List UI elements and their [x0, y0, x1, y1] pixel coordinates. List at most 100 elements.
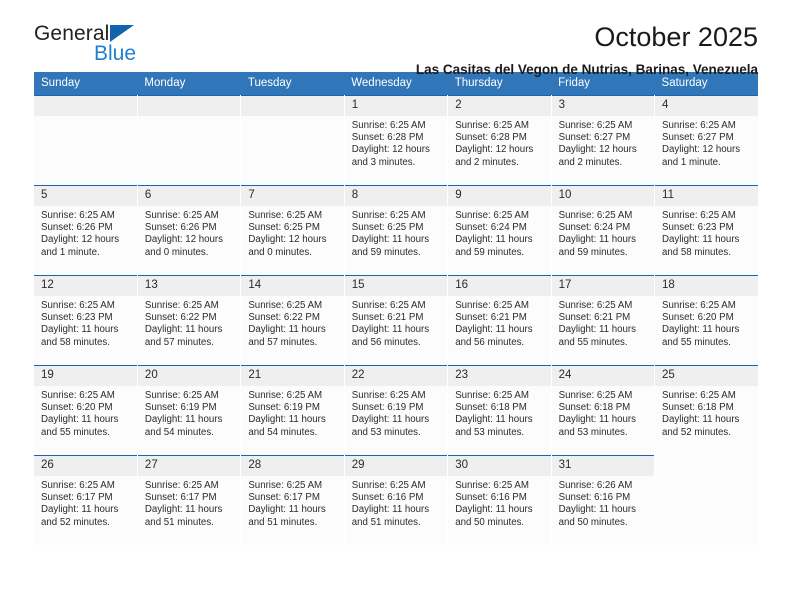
daylight-text: Daylight: 11 hours and 58 minutes. — [41, 324, 119, 348]
calendar-cell-inner: 22 Sunrise: 6:25 AM Sunset: 6:19 PM Dayligh… — [344, 365, 448, 455]
calendar-cell-inner: 24 Sunrise: 6:25 AM Sunset: 6:18 PM Dayligh… — [551, 365, 655, 455]
day-number: 22 — [344, 366, 448, 386]
calendar-table: Sunday Monday Tuesday Wednesday Thursday… — [34, 72, 758, 545]
sunrise-text: Sunrise: 6:25 AM — [351, 210, 426, 221]
daylight-text: Daylight: 11 hours and 52 minutes. — [662, 414, 740, 438]
calendar-cell-inner: 23 Sunrise: 6:25 AM Sunset: 6:18 PM Dayligh… — [448, 365, 551, 455]
page-title: October 2025 — [594, 22, 758, 52]
calendar-day-cell[interactable]: 15 Sunrise: 6:25 AM Sunset: 6:21 PM Dayligh… — [344, 275, 449, 365]
calendar-cell-inner: 26 Sunrise: 6:25 AM Sunset: 6:17 PM Dayligh… — [34, 455, 137, 545]
calendar-cell-inner: 19 Sunrise: 6:25 AM Sunset: 6:20 PM Dayligh… — [34, 365, 137, 455]
calendar-day-cell[interactable]: 1 Sunrise: 6:25 AM Sunset: 6:28 PM Daylight… — [344, 95, 449, 185]
daylight-text: Daylight: 11 hours and 57 minutes. — [248, 324, 326, 348]
calendar-day-cell[interactable]: 25 Sunrise: 6:25 AM Sunset: 6:18 PM Dayligh… — [654, 365, 758, 455]
calendar-day-cell[interactable]: 29 Sunrise: 6:25 AM Sunset: 6:16 PM Dayligh… — [344, 455, 449, 545]
calendar-day-cell[interactable]: 17 Sunrise: 6:25 AM Sunset: 6:21 PM Dayligh… — [551, 275, 656, 365]
day-sun-info: Sunrise: 6:25 AM Sunset: 6:18 PM Daylight:… — [655, 386, 758, 439]
calendar-cell-inner: 14 Sunrise: 6:25 AM Sunset: 6:22 PM Dayligh… — [241, 275, 344, 365]
calendar-day-cell[interactable]: 31 Sunrise: 6:26 AM Sunset: 6:16 PM Dayligh… — [551, 455, 656, 545]
day-number: 2 — [448, 96, 551, 116]
sunrise-text: Sunrise: 6:25 AM — [558, 120, 633, 131]
day-sun-info: Sunrise: 6:25 AM Sunset: 6:18 PM Daylight:… — [552, 386, 654, 439]
calendar-day-cell[interactable]: 26 Sunrise: 6:25 AM Sunset: 6:17 PM Dayligh… — [34, 455, 138, 545]
daylight-text: Daylight: 11 hours and 56 minutes. — [455, 324, 533, 348]
day-sun-info: Sunrise: 6:25 AM Sunset: 6:21 PM Daylight:… — [448, 296, 550, 349]
sunset-text: Sunset: 6:28 PM — [455, 132, 527, 144]
sunset-text: Sunset: 6:17 PM — [144, 492, 217, 504]
calendar-day-cell[interactable]: 12 Sunrise: 6:25 AM Sunset: 6:23 PM Dayligh… — [34, 275, 138, 365]
calendar-day-cell[interactable]: 11 Sunrise: 6:25 AM Sunset: 6:23 PM Dayligh… — [654, 185, 758, 275]
calendar-day-cell[interactable]: 21 Sunrise: 6:25 AM Sunset: 6:19 PM Dayligh… — [240, 365, 345, 455]
sunrise-text: Sunrise: 6:25 AM — [455, 300, 529, 311]
calendar-day-cell[interactable]: 14 Sunrise: 6:25 AM Sunset: 6:22 PM Dayligh… — [240, 275, 345, 365]
day-number: 23 — [448, 366, 551, 386]
day-number: 7 — [241, 186, 344, 206]
day-sun-info: Sunrise: 6:25 AM Sunset: 6:24 PM Daylight:… — [552, 206, 654, 259]
daylight-text: Daylight: 12 hours and 0 minutes. — [248, 234, 327, 258]
day-sun-info: Sunrise: 6:25 AM Sunset: 6:28 PM Daylight:… — [345, 116, 447, 169]
calendar-cell-inner: 15 Sunrise: 6:25 AM Sunset: 6:21 PM Dayligh… — [344, 275, 448, 365]
calendar-cell-inner: 10 Sunrise: 6:25 AM Sunset: 6:24 PM Dayligh… — [551, 185, 655, 275]
calendar-day-cell[interactable]: 6 Sunrise: 6:25 AM Sunset: 6:26 PM Daylight… — [137, 185, 242, 275]
calendar-day-cell[interactable]: 8 Sunrise: 6:25 AM Sunset: 6:25 PM Daylight… — [344, 185, 449, 275]
day-sun-info: Sunrise: 6:25 AM Sunset: 6:20 PM Daylight:… — [34, 386, 137, 439]
calendar-cell-empty — [137, 95, 242, 185]
day-number: 31 — [551, 456, 655, 476]
sunset-text: Sunset: 6:16 PM — [351, 492, 424, 504]
calendar-day-cell[interactable]: 3 Sunrise: 6:25 AM Sunset: 6:27 PM Daylight… — [551, 95, 656, 185]
sunset-text: Sunset: 6:27 PM — [558, 132, 631, 144]
day-number: 27 — [137, 456, 241, 476]
day-number: 6 — [137, 186, 241, 206]
calendar-cell-empty — [654, 455, 758, 545]
day-number: 24 — [551, 366, 655, 386]
daylight-text: Daylight: 12 hours and 0 minutes. — [144, 234, 224, 258]
day-sun-info: Sunrise: 6:25 AM Sunset: 6:16 PM Daylight:… — [345, 476, 447, 529]
sunset-text: Sunset: 6:23 PM — [662, 222, 734, 234]
calendar-day-cell[interactable]: 2 Sunrise: 6:25 AM Sunset: 6:28 PM Daylight… — [447, 95, 552, 185]
day-sun-info: Sunrise: 6:25 AM Sunset: 6:26 PM Daylight:… — [138, 206, 240, 259]
calendar-day-cell[interactable]: 10 Sunrise: 6:25 AM Sunset: 6:24 PM Dayligh… — [551, 185, 656, 275]
sunset-text: Sunset: 6:19 PM — [351, 402, 424, 414]
sunset-text: Sunset: 6:17 PM — [248, 492, 320, 504]
calendar-day-cell[interactable]: 27 Sunrise: 6:25 AM Sunset: 6:17 PM Dayligh… — [137, 455, 242, 545]
calendar-week-row: 5 Sunrise: 6:25 AM Sunset: 6:26 PM Daylight… — [34, 185, 758, 275]
sunrise-text: Sunrise: 6:25 AM — [558, 210, 633, 221]
sunrise-text: Sunrise: 6:26 AM — [558, 480, 633, 491]
calendar-day-cell[interactable]: 9 Sunrise: 6:25 AM Sunset: 6:24 PM Daylight… — [447, 185, 552, 275]
calendar-day-cell[interactable]: 23 Sunrise: 6:25 AM Sunset: 6:18 PM Dayligh… — [447, 365, 552, 455]
calendar-body: 1 Sunrise: 6:25 AM Sunset: 6:28 PM Daylight… — [34, 95, 758, 545]
daylight-text: Daylight: 11 hours and 55 minutes. — [41, 414, 119, 438]
day-number: 4 — [655, 96, 758, 116]
calendar-day-cell[interactable]: 5 Sunrise: 6:25 AM Sunset: 6:26 PM Daylight… — [34, 185, 138, 275]
calendar-day-cell[interactable]: 20 Sunrise: 6:25 AM Sunset: 6:19 PM Dayligh… — [137, 365, 242, 455]
sunset-text: Sunset: 6:26 PM — [144, 222, 217, 234]
calendar-day-cell[interactable]: 7 Sunrise: 6:25 AM Sunset: 6:25 PM Daylight… — [240, 185, 345, 275]
sunrise-text: Sunrise: 6:25 AM — [248, 210, 323, 221]
sunset-text: Sunset: 6:24 PM — [455, 222, 527, 234]
calendar-day-cell[interactable]: 16 Sunrise: 6:25 AM Sunset: 6:21 PM Dayligh… — [447, 275, 552, 365]
calendar-week-row: 1 Sunrise: 6:25 AM Sunset: 6:28 PM Daylight… — [34, 95, 758, 185]
calendar-day-cell[interactable]: 13 Sunrise: 6:25 AM Sunset: 6:22 PM Dayligh… — [137, 275, 242, 365]
general-blue-logo[interactable]: General Blue — [34, 22, 164, 70]
calendar-day-cell[interactable]: 28 Sunrise: 6:25 AM Sunset: 6:17 PM Dayligh… — [240, 455, 345, 545]
calendar-cell-inner: 27 Sunrise: 6:25 AM Sunset: 6:17 PM Dayligh… — [137, 455, 241, 545]
calendar-day-cell[interactable]: 30 Sunrise: 6:25 AM Sunset: 6:16 PM Dayligh… — [447, 455, 552, 545]
daylight-text: Daylight: 11 hours and 50 minutes. — [455, 504, 533, 528]
calendar-day-cell[interactable]: 22 Sunrise: 6:25 AM Sunset: 6:19 PM Dayligh… — [344, 365, 449, 455]
calendar-cell-inner: 17 Sunrise: 6:25 AM Sunset: 6:21 PM Dayligh… — [551, 275, 655, 365]
calendar-cell-inner: 31 Sunrise: 6:26 AM Sunset: 6:16 PM Dayligh… — [551, 455, 655, 545]
calendar-day-cell[interactable]: 24 Sunrise: 6:25 AM Sunset: 6:18 PM Dayligh… — [551, 365, 656, 455]
day-sun-info: Sunrise: 6:25 AM Sunset: 6:21 PM Daylight:… — [552, 296, 654, 349]
day-number: 28 — [241, 456, 344, 476]
daylight-text: Daylight: 11 hours and 54 minutes. — [248, 414, 326, 438]
logo-text-blue: Blue — [94, 42, 137, 65]
calendar-week-row: 12 Sunrise: 6:25 AM Sunset: 6:23 PM Dayligh… — [34, 275, 758, 365]
calendar-day-cell[interactable]: 4 Sunrise: 6:25 AM Sunset: 6:27 PM Daylight… — [654, 95, 758, 185]
daylight-text: Daylight: 12 hours and 1 minute. — [41, 234, 120, 258]
sunset-text: Sunset: 6:27 PM — [662, 132, 734, 144]
calendar-day-cell[interactable]: 18 Sunrise: 6:25 AM Sunset: 6:20 PM Dayligh… — [654, 275, 758, 365]
calendar-cell-inner: 18 Sunrise: 6:25 AM Sunset: 6:20 PM Dayligh… — [655, 275, 758, 365]
day-number: 15 — [344, 276, 448, 296]
calendar-cell-inner: 9 Sunrise: 6:25 AM Sunset: 6:24 PM Daylight… — [448, 185, 551, 275]
calendar-day-cell[interactable]: 19 Sunrise: 6:25 AM Sunset: 6:20 PM Dayligh… — [34, 365, 138, 455]
